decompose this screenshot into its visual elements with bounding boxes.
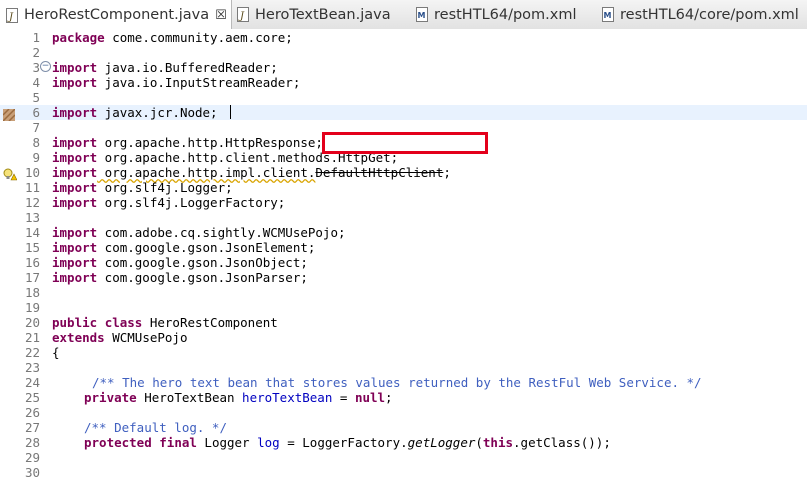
line-number: 17 [24,270,40,285]
text-cursor [230,105,231,119]
fold-collapse-icon[interactable]: − [40,61,51,72]
line-number: 8 [32,135,40,150]
svg-text:M: M [604,11,612,20]
code-line-4: import java.io.InputStreamReader; [52,75,301,90]
line-number: 25 [24,390,40,405]
line-number: 16 [24,255,40,270]
svg-text:M: M [418,11,426,20]
code-line-1: package come.community.aem.core; [52,30,293,45]
deprecated-class-name: DefaultHttpClient [315,165,444,180]
close-tab-icon[interactable]: ☒ [215,8,227,23]
code-editor[interactable]: − 1 2 3 4 5 6 7 8 9 10 11 12 13 14 15 16… [0,29,807,481]
tab-label: HeroRestComponent.java [24,7,210,23]
tab-resthtl64-pom-xml[interactable]: M restHTL64/pom.xml [410,0,577,29]
line-number: 20 [24,315,40,330]
code-line-3: import java.io.BufferedReader; [52,60,278,75]
line-number: 26 [24,405,40,420]
line-number: 2 [32,45,40,60]
line-number: 13 [24,210,40,225]
line-number: 5 [32,90,40,105]
line-number: 22 [24,345,40,360]
code-line-21: extends WCMUsePojo [52,330,188,345]
line-number: 11 [24,180,40,195]
code-line-27: /** Default log. */ [84,420,227,435]
line-number: 9 [32,150,40,165]
tab-label: HeroTextBean.java [255,6,391,23]
code-line-11: import org.slf4j.Logger; [52,180,233,195]
code-line-8: import org.apache.http.HttpResponse; [52,135,323,150]
code-line-14: import com.adobe.cq.sightly.WCMUsePojo; [52,225,346,240]
code-line-6: import javax.jcr.Node; [52,105,218,120]
code-line-12: import org.slf4j.LoggerFactory; [52,195,286,210]
svg-text:J: J [238,11,245,22]
editor-tab-bar: J HeroRestComponent.java ☒ J HeroTextBea… [0,0,807,30]
maven-pom-icon: M [416,7,428,22]
tab-resthtl64-core-pom-xml[interactable]: M restHTL64/core/pom.xml [596,0,799,29]
line-number: 27 [24,420,40,435]
line-number: 4 [32,75,40,90]
line-number: 14 [24,225,40,240]
code-line-25: private HeroTextBean heroTextBean = null… [84,390,393,405]
tab-label: restHTL64/pom.xml [434,6,577,23]
tab-herorestcomponent-java[interactable]: J HeroRestComponent.java ☒ [0,0,232,30]
warning-lightbulb-icon[interactable] [3,166,18,181]
code-line-17: import com.google.gson.JsonParser; [52,270,308,285]
line-number: 23 [24,360,40,375]
line-number: 24 [24,375,40,390]
java-file-icon: J [6,7,18,23]
line-number: 19 [24,300,40,315]
line-number: 7 [32,120,40,135]
code-line-15: import com.google.gson.JsonElement; [52,240,316,255]
tab-herotextbean-java[interactable]: J HeroTextBean.java [231,0,391,29]
svg-text:J: J [7,12,14,23]
code-line-28: protected final Logger log = LoggerFacto… [84,435,611,450]
java-file-icon: J [237,7,249,22]
maven-pom-icon: M [602,7,614,22]
line-number: 10 [24,165,40,180]
line-number: 21 [24,330,40,345]
line-number: 28 [24,435,40,450]
annotation-highlight-box [322,132,488,154]
line-number: 18 [24,285,40,300]
code-line-10: import org.apache.http.impl.client.Defau… [52,165,451,180]
code-line-24: /** The hero text bean that stores value… [92,375,702,390]
code-line-16: import com.google.gson.JsonObject; [52,255,308,270]
line-number: 30 [24,465,40,480]
line-number: 3 [32,60,40,75]
line-number: 1 [32,30,40,45]
code-line-22: { [52,345,60,360]
line-number: 29 [24,450,40,465]
line-number: 15 [24,240,40,255]
code-line-20: public class HeroRestComponent [52,315,278,330]
annotation-ruler [0,29,18,481]
bookmark-marker-icon[interactable] [2,106,16,122]
line-number: 12 [24,195,40,210]
tab-label: restHTL64/core/pom.xml [620,6,799,23]
line-number: 6 [32,105,40,120]
